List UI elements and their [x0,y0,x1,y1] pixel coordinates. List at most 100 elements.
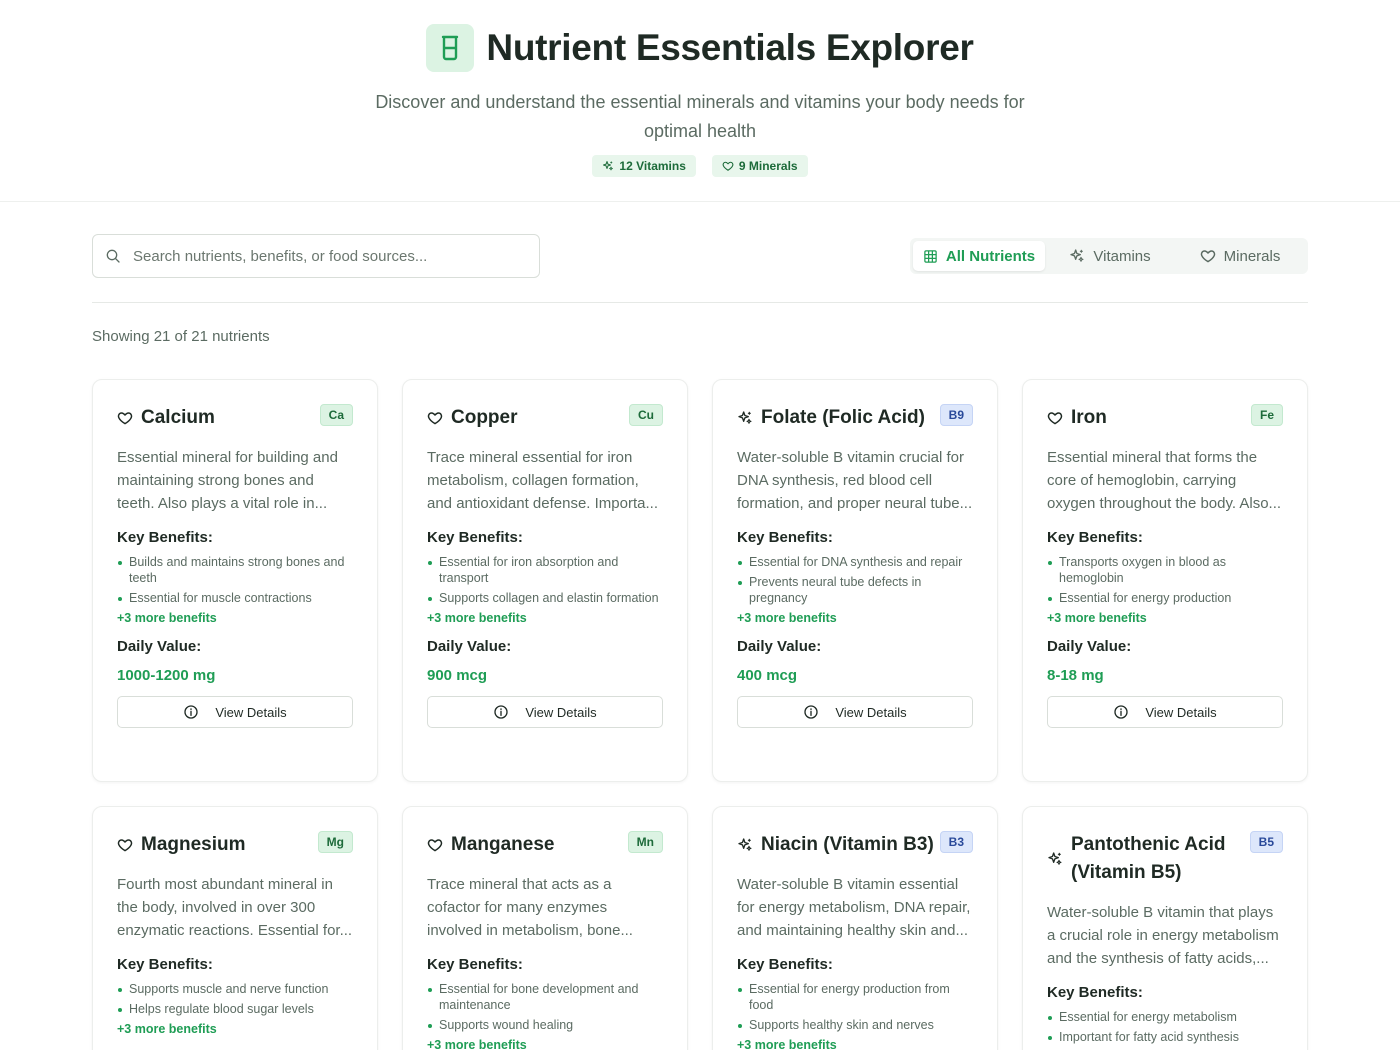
nutrient-symbol-badge: B3 [939,831,973,853]
vitamins-count-badge: 12 Vitamins [592,155,696,177]
benefits-list: Essential for bone development and maint… [427,981,663,1033]
key-benefits-heading: Key Benefits: [1047,984,1143,1001]
search-box[interactable] [92,234,540,278]
benefits-list: Builds and maintains strong bones and te… [117,554,353,606]
filter-tabs: All Nutrients Vitamins Minerals [910,238,1308,274]
more-benefits-link[interactable]: +3 more benefits [117,1021,353,1037]
heart-icon [1047,410,1063,426]
benefit-item: Essential for energy production [1047,590,1283,606]
benefits-list: Essential for DNA synthesis and repair Pr… [737,554,973,606]
key-benefits-heading: Key Benefits: [1047,529,1143,546]
nutrient-name: Pantothenic Acid (Vitamin B5) [1071,834,1226,883]
key-benefits-heading: Key Benefits: [737,529,833,546]
tab-minerals-label: Minerals [1223,247,1281,265]
nutrient-name: Manganese [451,834,555,855]
more-benefits-link[interactable]: +3 more benefits [117,610,353,626]
key-benefits-heading: Key Benefits: [427,956,523,973]
card-title: Iron [1047,404,1107,432]
tab-all-nutrients[interactable]: All Nutrients [913,241,1045,271]
nutrient-symbol-badge: Fe [1250,404,1283,426]
benefit-item: Prevents neural tube defects in pregnanc… [737,574,973,606]
tab-all-nutrients-label: All Nutrients [945,247,1036,265]
card-title: Magnesium [117,831,246,859]
beaker-icon [426,24,475,72]
nutrient-card: Copper Cu Trace mineral essential for ir… [402,379,688,782]
nutrient-description: Essential mineral that forms the core of… [1047,449,1282,512]
nutrient-card: Magnesium Mg Fourth most abundant minera… [92,806,378,1050]
benefit-item: Supports healthy skin and nerves [737,1017,973,1033]
stats-row: 12 Vitamins 9 Minerals [0,155,1400,177]
nutrient-card: Pantothenic Acid (Vitamin B5) B5 Water-s… [1022,806,1308,1050]
benefit-item: Essential for DNA synthesis and repair [737,554,973,570]
heart-icon [117,410,133,426]
minerals-count-badge: 9 Minerals [711,155,808,177]
daily-value-label: Daily Value: [117,638,202,655]
daily-value-label: Daily Value: [1047,638,1132,655]
tab-vitamins[interactable]: Vitamins [1045,241,1175,271]
card-header: Folate (Folic Acid) B9 [737,404,973,432]
daily-value: 900 mcg [427,667,488,684]
nutrient-symbol-badge: Ca [319,404,353,426]
heart-icon [722,160,734,172]
card-title: Folate (Folic Acid) [737,404,925,432]
nutrient-card: Niacin (Vitamin B3) B3 Water-soluble B v… [712,806,998,1050]
nutrient-symbol-badge: Cu [629,404,663,426]
tab-vitamins-label: Vitamins [1093,247,1151,265]
more-benefits-link[interactable]: +3 more benefits [427,1037,663,1050]
more-benefits-link[interactable]: +3 more benefits [1047,610,1283,626]
sparkles-icon [602,160,614,172]
info-icon [183,704,199,720]
view-details-button[interactable]: View Details [117,696,353,728]
more-benefits-link[interactable]: +3 more benefits [427,610,663,626]
nutrient-name: Folate (Folic Acid) [761,407,925,428]
more-benefits-link[interactable]: +3 more benefits [737,610,973,626]
view-details-button[interactable]: View Details [427,696,663,728]
view-details-label: View Details [835,704,907,720]
sparkles-icon [1069,248,1085,264]
nutrient-card: Folate (Folic Acid) B9 Water-soluble B v… [712,379,998,782]
benefits-list: Transports oxygen in blood as hemoglobin… [1047,554,1283,606]
key-benefits-heading: Key Benefits: [737,956,833,973]
nutrient-name: Calcium [141,407,215,428]
daily-value: 8-18 mg [1047,667,1104,684]
search-icon [106,249,120,263]
daily-value-label: Daily Value: [427,638,512,655]
sparkles-icon [737,837,753,853]
card-header: Pantothenic Acid (Vitamin B5) B5 [1047,831,1283,887]
card-title: Copper [427,404,518,432]
card-title: Manganese [427,831,554,859]
title-row: Nutrient Essentials Explorer [0,24,1400,72]
nutrient-description: Trace mineral essential for iron metabol… [427,449,658,512]
card-title: Pantothenic Acid (Vitamin B5) [1047,831,1241,887]
key-benefits-heading: Key Benefits: [427,529,523,546]
daily-value-label: Daily Value: [737,638,822,655]
search-input[interactable] [133,247,513,265]
nutrient-name: Copper [451,407,518,428]
minerals-count-label: 9 Minerals [738,159,798,173]
view-details-button[interactable]: View Details [1047,696,1283,728]
benefit-item: Essential for bone development and maint… [427,981,663,1013]
nutrient-symbol-badge: B9 [939,404,973,426]
card-title: Calcium [117,404,215,432]
key-benefits-heading: Key Benefits: [117,529,213,546]
benefit-item: Essential for energy production from foo… [737,981,973,1013]
nutrient-card: Iron Fe Essential mineral that forms the… [1022,379,1308,782]
card-header: Iron Fe [1047,404,1283,432]
tab-minerals[interactable]: Minerals [1175,241,1305,271]
nutrient-description: Water-soluble B vitamin essential for en… [737,876,971,939]
card-header: Copper Cu [427,404,663,432]
nutrient-description: Water-soluble B vitamin that plays a cru… [1047,904,1279,967]
card-title: Niacin (Vitamin B3) [737,831,934,859]
benefits-list: Essential for iron absorption and transp… [427,554,663,606]
heart-icon [117,837,133,853]
card-header: Magnesium Mg [117,831,353,859]
more-benefits-link[interactable]: +3 more benefits [737,1037,973,1050]
view-details-button[interactable]: View Details [737,696,973,728]
nutrient-card: Manganese Mn Trace mineral that acts as … [402,806,688,1050]
nutrient-name: Magnesium [141,834,246,855]
benefit-item: Supports collagen and elastin formation [427,590,663,606]
benefit-item: Transports oxygen in blood as hemoglobin [1047,554,1283,586]
card-header: Calcium Ca [117,404,353,432]
info-icon [493,704,509,720]
sparkles-icon [737,410,753,426]
